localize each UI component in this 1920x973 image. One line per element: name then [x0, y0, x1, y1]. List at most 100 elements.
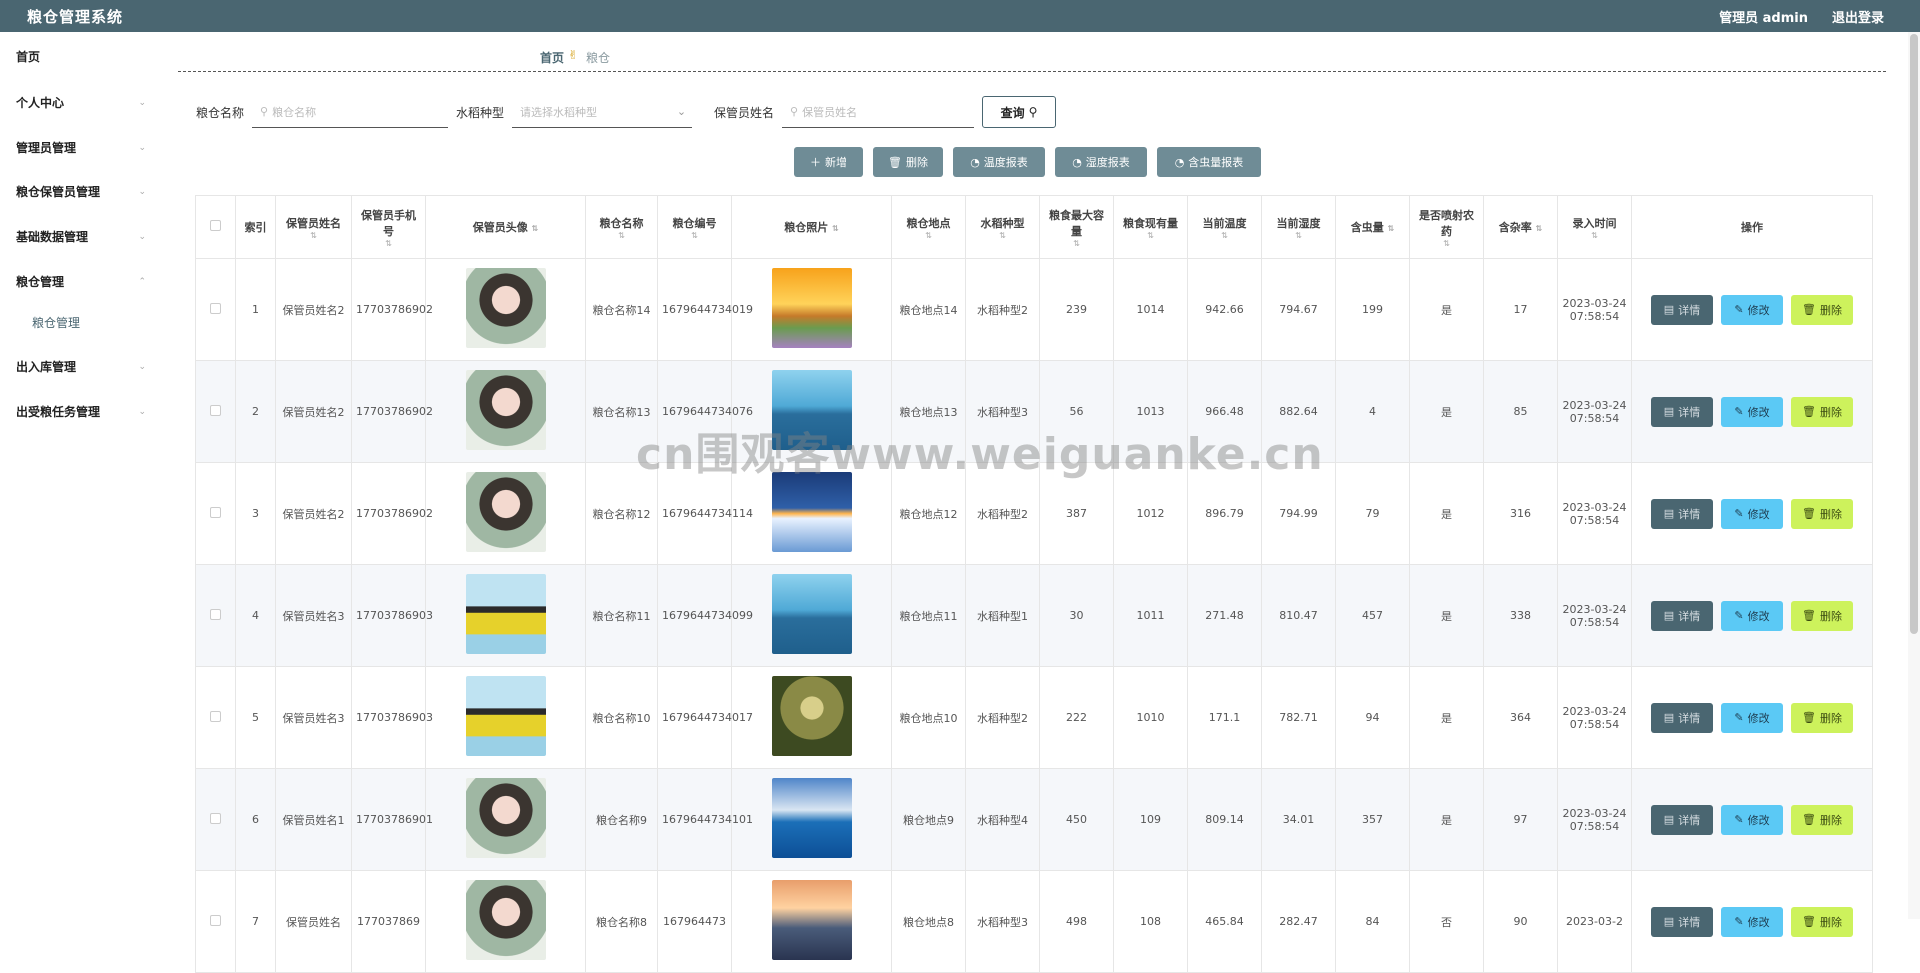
header-place[interactable]: 粮仓地点 ⇅: [891, 195, 966, 259]
select-all-checkbox[interactable]: [210, 220, 221, 231]
header-time[interactable]: 录入时间 ⇅: [1557, 195, 1632, 259]
row-checkbox[interactable]: [210, 914, 221, 926]
header-keeper-avatar[interactable]: 保管员头像 ⇅: [425, 195, 586, 259]
batch-delete-button[interactable]: 🗑 删除: [873, 147, 943, 177]
header-impurity[interactable]: 含杂率 ⇅: [1483, 195, 1558, 259]
sort-icon[interactable]: ⇅: [532, 224, 539, 233]
header-granary-code[interactable]: 粮仓编号 ⇅: [657, 195, 732, 259]
detail-button[interactable]: ▤ 详情: [1651, 600, 1713, 631]
pest-report-button[interactable]: ◔ 含虫量报表: [1157, 147, 1261, 177]
row-select-cell[interactable]: [195, 462, 236, 565]
row-select-cell[interactable]: [195, 564, 236, 667]
header-pest[interactable]: 含虫量 ⇅: [1335, 195, 1410, 259]
delete-button[interactable]: 🗑 删除: [1791, 702, 1853, 733]
sort-icon[interactable]: ⇅: [1414, 239, 1479, 248]
sort-icon[interactable]: ⇅: [662, 231, 727, 240]
edit-button[interactable]: ✎ 修改: [1721, 498, 1783, 529]
avatar[interactable]: [465, 472, 546, 552]
add-button[interactable]: ＋ 新增: [794, 147, 863, 177]
sort-icon[interactable]: ⇅: [280, 231, 347, 240]
edit-button[interactable]: ✎ 修改: [1721, 600, 1783, 631]
select-all-cell[interactable]: [195, 195, 236, 259]
avatar[interactable]: [465, 370, 546, 450]
detail-button[interactable]: ▤ 详情: [1651, 294, 1713, 325]
sidebar-item-home[interactable]: 首页: [16, 48, 146, 65]
avatar[interactable]: [465, 268, 546, 348]
row-checkbox[interactable]: [210, 812, 221, 824]
sort-icon[interactable]: ⇅: [832, 224, 839, 233]
header-rice-type[interactable]: 水稻种型 ⇅: [965, 195, 1040, 259]
detail-button[interactable]: ▤ 详情: [1651, 498, 1713, 529]
granary-photo[interactable]: [771, 574, 852, 654]
row-checkbox[interactable]: [210, 302, 221, 314]
granary-photo[interactable]: [771, 880, 852, 960]
detail-button[interactable]: ▤ 详情: [1651, 804, 1713, 835]
sidebar-subitem-granary[interactable]: 粮仓管理: [32, 314, 80, 331]
sort-icon[interactable]: ⇅: [896, 231, 961, 240]
sort-icon[interactable]: ⇅: [1118, 231, 1183, 240]
delete-button[interactable]: 🗑 删除: [1791, 396, 1853, 427]
row-select-cell[interactable]: [195, 666, 236, 769]
row-select-cell[interactable]: [195, 258, 236, 361]
row-checkbox[interactable]: [210, 710, 221, 722]
detail-button[interactable]: ▤ 详情: [1651, 396, 1713, 427]
sidebar-item-stock[interactable]: 出入库管理 ⌄: [16, 358, 146, 375]
row-select-cell[interactable]: [195, 870, 236, 973]
row-checkbox[interactable]: [210, 608, 221, 620]
edit-button[interactable]: ✎ 修改: [1721, 702, 1783, 733]
row-checkbox[interactable]: [210, 404, 221, 416]
sidebar-item-admin[interactable]: 管理员管理 ⌄: [16, 139, 146, 156]
header-granary-photo[interactable]: 粮仓照片 ⇅: [731, 195, 892, 259]
header-granary-name[interactable]: 粮仓名称 ⇅: [585, 195, 658, 259]
temp-report-button[interactable]: ◔ 温度报表: [953, 147, 1045, 177]
granary-photo[interactable]: [771, 778, 852, 858]
breadcrumb-home[interactable]: 首页: [540, 49, 564, 66]
sort-icon[interactable]: ⇅: [1044, 239, 1109, 248]
sidebar-item-profile[interactable]: 个人中心 ⌄: [16, 94, 146, 111]
logout-link[interactable]: 退出登录: [1832, 7, 1884, 26]
sort-icon[interactable]: ⇅: [1562, 231, 1627, 240]
sort-icon[interactable]: ⇅: [590, 231, 653, 240]
header-spray[interactable]: 是否喷射农药 ⇅: [1409, 195, 1484, 259]
sort-icon[interactable]: ⇅: [1192, 231, 1257, 240]
delete-button[interactable]: 🗑 删除: [1791, 804, 1853, 835]
delete-button[interactable]: 🗑 删除: [1791, 294, 1853, 325]
detail-button[interactable]: ▤ 详情: [1651, 702, 1713, 733]
header-humidity[interactable]: 当前湿度 ⇅: [1261, 195, 1336, 259]
delete-button[interactable]: 🗑 删除: [1791, 498, 1853, 529]
avatar[interactable]: [465, 574, 546, 654]
granary-photo[interactable]: [771, 472, 852, 552]
search-name-input[interactable]: ⚲ 粮仓名称: [252, 96, 449, 128]
query-button[interactable]: 查询 ⚲: [982, 96, 1057, 128]
avatar[interactable]: [465, 778, 546, 858]
header-max-capacity[interactable]: 粮食最大容量 ⇅: [1039, 195, 1114, 259]
sort-icon[interactable]: ⇅: [356, 239, 421, 248]
edit-button[interactable]: ✎ 修改: [1721, 396, 1783, 427]
row-checkbox[interactable]: [210, 506, 221, 518]
header-current-amount[interactable]: 粮食现有量 ⇅: [1113, 195, 1188, 259]
row-select-cell[interactable]: [195, 768, 236, 871]
sidebar-item-task[interactable]: 出受粮任务管理 ⌄: [16, 403, 146, 420]
header-keeper-phone[interactable]: 保管员手机号 ⇅: [351, 195, 426, 259]
sidebar-item-granary[interactable]: 粮仓管理 ⌃: [16, 273, 146, 290]
delete-button[interactable]: 🗑 删除: [1791, 906, 1853, 937]
search-keeper-input[interactable]: ⚲ 保管员姓名: [782, 96, 975, 128]
granary-photo[interactable]: [771, 268, 852, 348]
avatar[interactable]: [465, 880, 546, 960]
sort-icon[interactable]: ⇅: [970, 231, 1035, 240]
scrollbar-thumb[interactable]: [1910, 34, 1918, 634]
sort-icon[interactable]: ⇅: [1536, 224, 1543, 233]
sort-icon[interactable]: ⇅: [1266, 231, 1331, 240]
humid-report-button[interactable]: ◔ 湿度报表: [1055, 147, 1147, 177]
sidebar-item-basedata[interactable]: 基础数据管理 ⌄: [16, 228, 146, 245]
edit-button[interactable]: ✎ 修改: [1721, 804, 1783, 835]
row-select-cell[interactable]: [195, 360, 236, 463]
user-label[interactable]: 管理员 admin: [1719, 7, 1808, 26]
edit-button[interactable]: ✎ 修改: [1721, 906, 1783, 937]
header-keeper-name[interactable]: 保管员姓名 ⇅: [275, 195, 352, 259]
search-type-select[interactable]: 请选择水稻种型 ⌄: [512, 96, 693, 128]
edit-button[interactable]: ✎ 修改: [1721, 294, 1783, 325]
header-temperature[interactable]: 当前温度 ⇅: [1187, 195, 1262, 259]
delete-button[interactable]: 🗑 删除: [1791, 600, 1853, 631]
granary-photo[interactable]: [771, 676, 852, 756]
